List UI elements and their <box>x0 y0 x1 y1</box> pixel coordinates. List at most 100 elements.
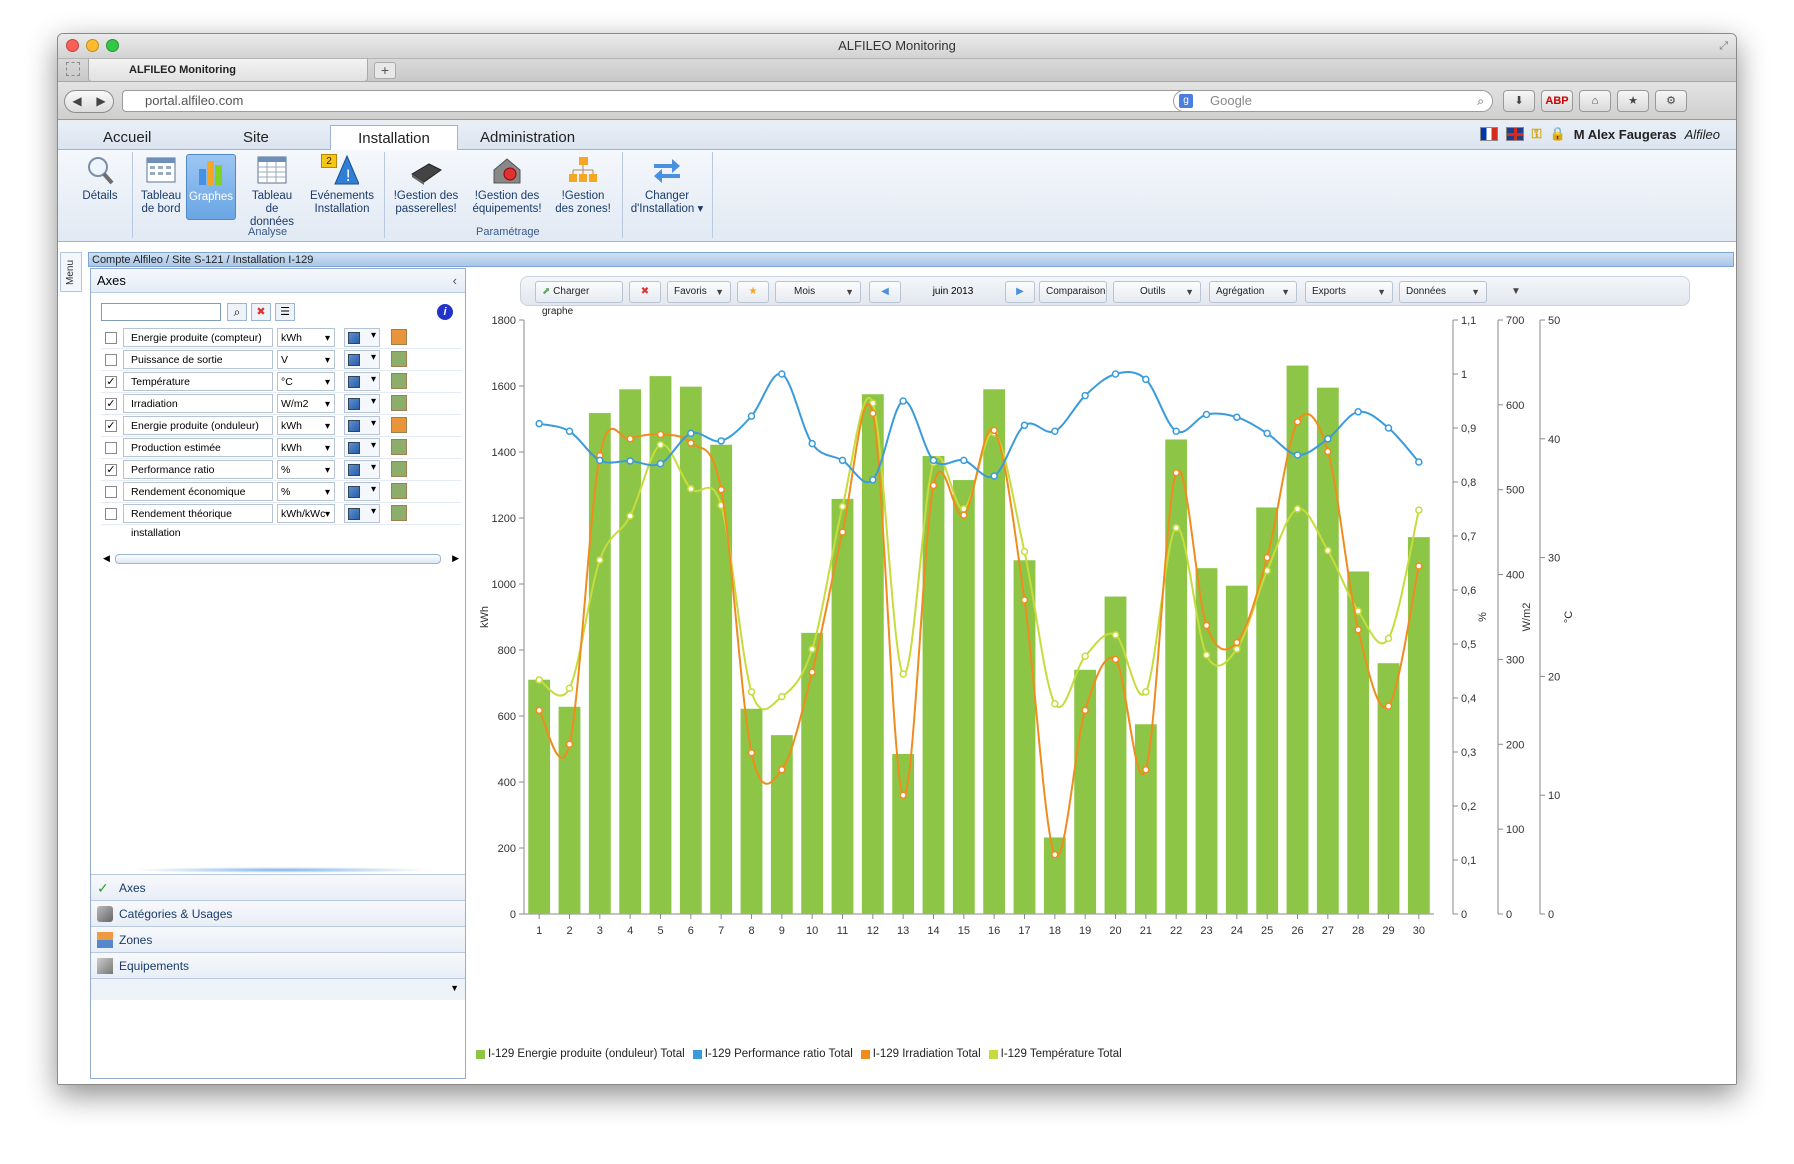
downloads-icon[interactable]: ⬇ <box>1503 90 1535 112</box>
fullscreen-icon[interactable]: ⤢ <box>1719 34 1728 58</box>
tools-icon[interactable]: ⚙ <box>1655 90 1687 112</box>
menu-side-tab[interactable]: Menu <box>60 252 82 292</box>
accordion-categories[interactable]: Catégories & Usages <box>91 900 465 926</box>
tab-site[interactable]: Site <box>223 125 289 150</box>
lock-icon[interactable]: 🔒 <box>1550 126 1566 142</box>
star-icon[interactable]: ★ <box>737 281 769 303</box>
accordion-axes[interactable]: ✓ Axes <box>91 874 465 900</box>
new-tab-button[interactable]: + <box>374 62 396 79</box>
tableau-de-donnees-button[interactable]: Tableau de données <box>242 154 302 229</box>
axis-type-select[interactable] <box>344 460 380 479</box>
axis-type-select[interactable] <box>344 372 380 391</box>
tab-administration[interactable]: Administration <box>460 125 595 150</box>
axis-checkbox[interactable]: ✓ <box>105 464 117 476</box>
axis-unit-select[interactable]: kWh/kWc <box>277 504 335 524</box>
home-icon[interactable]: ⌂ <box>1579 90 1611 112</box>
axis-type-select[interactable] <box>344 328 380 347</box>
next-period-icon[interactable]: ▶ <box>1005 281 1035 303</box>
clear-graph-button[interactable]: ✖ <box>629 281 661 303</box>
bookmark-icon[interactable]: ★ <box>1617 90 1649 112</box>
axis-checkbox[interactable]: ✓ <box>105 376 117 388</box>
axis-unit-select[interactable]: V <box>277 350 335 370</box>
gestion-passerelles-button[interactable]: !Gestion des passerelles! <box>388 154 464 216</box>
period-mode-dropdown[interactable]: Mois <box>775 281 861 303</box>
axis-unit-select[interactable]: kWh <box>277 438 335 458</box>
google-icon[interactable]: g <box>1179 94 1193 108</box>
close-window-button[interactable] <box>66 39 79 52</box>
axis-unit-select[interactable]: W/m2 <box>277 394 335 414</box>
french-flag-icon[interactable] <box>1479 127 1498 141</box>
graphes-button[interactable]: Graphes <box>186 154 236 220</box>
donnees-dropdown[interactable]: Données <box>1399 281 1487 303</box>
user-name[interactable]: M Alex Faugeras <box>1574 127 1677 142</box>
comparaison-button[interactable]: Comparaison <box>1039 281 1107 303</box>
legend-item[interactable]: I-129 Irradiation Total <box>860 1048 981 1060</box>
gestion-equipements-button[interactable]: !Gestion des équipements! <box>468 154 546 216</box>
search-icon[interactable]: ⌕ <box>227 303 247 321</box>
axis-checkbox[interactable] <box>105 332 117 344</box>
list-icon[interactable]: ☰ <box>275 303 295 321</box>
axis-type-select[interactable] <box>344 482 380 501</box>
tab-overview-icon[interactable] <box>66 62 80 76</box>
favoris-dropdown[interactable]: Favoris <box>667 281 731 303</box>
details-button[interactable]: Détails <box>78 154 122 203</box>
zoom-window-button[interactable] <box>106 39 119 52</box>
adblock-icon[interactable]: ABP <box>1541 90 1573 112</box>
axis-checkbox[interactable]: ✓ <box>105 398 117 410</box>
back-icon[interactable]: ◀ <box>65 91 89 112</box>
search-icon[interactable]: ⌕ <box>1477 91 1484 111</box>
axis-type-select[interactable] <box>344 350 380 369</box>
tab-installation[interactable]: Installation <box>330 125 458 150</box>
search-field[interactable]: g Google ⌕ <box>1173 90 1493 112</box>
axis-unit-select[interactable]: % <box>277 482 335 502</box>
axis-color-swatch[interactable] <box>391 439 407 455</box>
legend-item[interactable]: I-129 Température Total <box>988 1048 1122 1060</box>
forward-icon[interactable]: ▶ <box>89 91 113 112</box>
axis-unit-select[interactable]: kWh <box>277 416 335 436</box>
changer-installation-button[interactable]: Changer d'Installation ▾ <box>626 154 708 216</box>
charger-graphe-button[interactable]: ⬈ Charger graphe <box>535 281 623 317</box>
accordion-zones[interactable]: Zones <box>91 926 465 952</box>
legend-item[interactable]: I-129 Performance ratio Total <box>692 1048 853 1060</box>
axis-color-swatch[interactable] <box>391 417 407 433</box>
clear-filter-icon[interactable]: ✖ <box>251 303 271 321</box>
minimize-window-button[interactable] <box>86 39 99 52</box>
address-bar[interactable]: portal.alfileo.com ▼ ↻ <box>122 90 1222 112</box>
axis-checkbox[interactable] <box>105 486 117 498</box>
axes-filter-input[interactable] <box>101 303 221 321</box>
english-flag-icon[interactable] <box>1505 127 1524 141</box>
gestion-zones-button[interactable]: !Gestion des zones! <box>550 154 616 216</box>
axis-checkbox[interactable] <box>105 442 117 454</box>
axis-unit-select[interactable]: °C <box>277 372 335 392</box>
tab-accueil[interactable]: Accueil <box>83 125 171 150</box>
axis-color-swatch[interactable] <box>391 329 407 345</box>
axis-checkbox[interactable]: ✓ <box>105 420 117 432</box>
info-icon[interactable]: i <box>437 304 453 320</box>
axis-unit-select[interactable]: % <box>277 460 335 480</box>
agregation-dropdown[interactable]: Agrégation <box>1209 281 1297 303</box>
axis-color-swatch[interactable] <box>391 461 407 477</box>
axis-type-select[interactable] <box>344 416 380 435</box>
browser-tab[interactable]: ALFILEO Monitoring <box>88 59 368 82</box>
axis-unit-select[interactable]: kWh <box>277 328 335 348</box>
evenements-button[interactable]: ! 2 Evénements Installation <box>306 154 378 216</box>
axis-color-swatch[interactable] <box>391 483 407 499</box>
axis-checkbox[interactable] <box>105 508 117 520</box>
axis-checkbox[interactable] <box>105 354 117 366</box>
legend-item[interactable]: I-129 Energie produite (onduleur) Total <box>476 1048 685 1060</box>
axis-color-swatch[interactable] <box>391 373 407 389</box>
dropdown-arrow-icon[interactable]: ▼ <box>450 983 459 993</box>
collapse-icon[interactable]: ‹ <box>453 269 457 293</box>
axis-color-swatch[interactable] <box>391 505 407 521</box>
accordion-equipements[interactable]: Equipements <box>91 952 465 978</box>
key-icon[interactable]: ⚿ <box>1532 126 1542 142</box>
axis-color-swatch[interactable] <box>391 395 407 411</box>
axis-color-swatch[interactable] <box>391 351 407 367</box>
more-options-icon[interactable]: ▼ <box>1511 281 1521 303</box>
outils-dropdown[interactable]: Outils <box>1113 281 1201 303</box>
horizontal-scrollbar[interactable]: ◀ ▶ <box>101 553 461 565</box>
axis-type-select[interactable] <box>344 394 380 413</box>
axis-type-select[interactable] <box>344 504 380 523</box>
tableau-de-bord-button[interactable]: Tableau de bord <box>138 154 184 216</box>
exports-dropdown[interactable]: Exports <box>1305 281 1393 303</box>
